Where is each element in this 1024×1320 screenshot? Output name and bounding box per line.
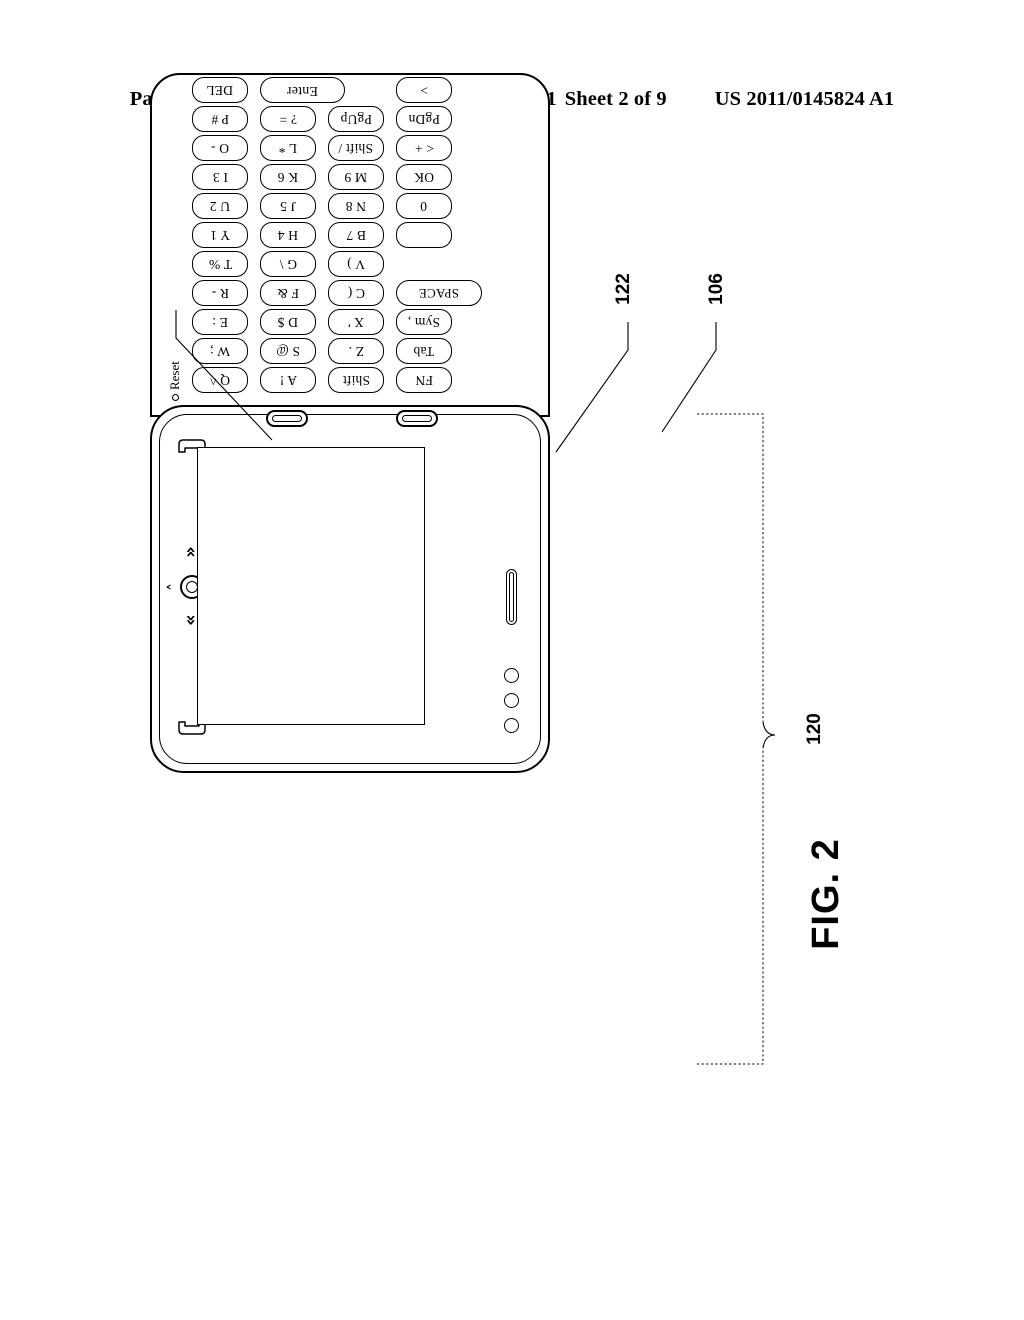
key-enter[interactable]: Enter xyxy=(260,77,345,103)
key-ok[interactable]: OK xyxy=(396,164,452,190)
key-fn[interactable]: FN xyxy=(396,367,452,393)
key-greater-than[interactable]: > xyxy=(396,77,452,103)
key-pgup[interactable]: PgUp xyxy=(328,106,384,132)
key-zero[interactable]: 0 xyxy=(396,193,452,219)
key-a[interactable]: A ! xyxy=(260,367,316,393)
key-e[interactable]: E : xyxy=(192,309,248,335)
key-less-than[interactable]: < + xyxy=(396,135,452,161)
device-display-housing: ˄ « » ˅ xyxy=(150,405,550,773)
key-r[interactable]: R - xyxy=(192,280,248,306)
side-button-lower[interactable] xyxy=(396,410,438,427)
key-sym[interactable]: Sym , xyxy=(396,309,452,335)
reference-numeral-106: 106 xyxy=(706,273,727,305)
key-x[interactable]: X ' xyxy=(328,309,384,335)
reset-control[interactable]: Reset xyxy=(166,361,184,401)
brace-120-upper xyxy=(697,413,764,722)
mobile-device: Reset Q ^ W ; E : R - T % Y 1 U 2 I 3 O - P # DEL A… xyxy=(150,73,550,773)
led-dot-2-icon xyxy=(504,693,519,708)
key-pgdn[interactable]: PgDn xyxy=(396,106,452,132)
key-j[interactable]: J 5 xyxy=(260,193,316,219)
bottom-feature-cluster xyxy=(500,421,532,753)
leader-line-122 xyxy=(555,322,629,453)
reference-numeral-120: 120 xyxy=(804,713,825,745)
key-l[interactable]: L * xyxy=(260,135,316,161)
key-o[interactable]: O - xyxy=(192,135,248,161)
key-t[interactable]: T % xyxy=(192,251,248,277)
reference-numeral-122: 122 xyxy=(613,273,634,305)
key-p[interactable]: P # xyxy=(192,106,248,132)
key-shift-right[interactable]: Shift / xyxy=(328,135,384,161)
key-c[interactable]: C ( xyxy=(328,280,384,306)
key-v[interactable]: V ) xyxy=(328,251,384,277)
physical-keyboard[interactable]: Q ^ W ; E : R - T % Y 1 U 2 I 3 O - P # DEL A ! S @ D… xyxy=(186,77,536,399)
key-k[interactable]: K 6 xyxy=(260,164,316,190)
key-w[interactable]: W ; xyxy=(192,338,248,364)
key-tab[interactable]: Tab xyxy=(396,338,452,364)
key-u[interactable]: U 2 xyxy=(192,193,248,219)
key-m[interactable]: M 9 xyxy=(328,164,384,190)
key-shift-left[interactable]: Shift xyxy=(328,367,384,393)
key-i[interactable]: I 3 xyxy=(192,164,248,190)
leader-line-106 xyxy=(661,322,717,433)
key-s[interactable]: S @ xyxy=(260,338,316,364)
key-h[interactable]: H 4 xyxy=(260,222,316,248)
key-q[interactable]: Q ^ xyxy=(192,367,248,393)
key-del[interactable]: DEL xyxy=(192,77,248,103)
key-z[interactable]: Z . xyxy=(328,338,384,364)
key-b[interactable]: B 7 xyxy=(328,222,384,248)
key-question[interactable]: ? = xyxy=(260,106,316,132)
led-dot-1-icon xyxy=(504,718,519,733)
key-n[interactable]: N 8 xyxy=(328,193,384,219)
brace-120-lower xyxy=(697,748,764,1065)
key-space[interactable]: SPACE xyxy=(396,280,482,306)
figure-label: FIG. 2 xyxy=(804,838,847,950)
reset-label: Reset xyxy=(167,361,182,390)
key-g[interactable]: G \ xyxy=(260,251,316,277)
display-screen[interactable] xyxy=(197,447,425,725)
side-button-upper[interactable] xyxy=(266,410,308,427)
key-y[interactable]: Y 1 xyxy=(192,222,248,248)
speaker-slot-icon xyxy=(506,569,517,625)
reset-pinhole-icon[interactable] xyxy=(171,394,179,401)
key-d[interactable]: D $ xyxy=(260,309,316,335)
key-f[interactable]: F & xyxy=(260,280,316,306)
led-dot-3-icon xyxy=(504,668,519,683)
figure-2-drawing: 104 122 106 120 FIG. 2 Reset Q ^W ;E :R … xyxy=(0,0,1024,1320)
brace-120-tip xyxy=(762,721,776,749)
key-blank[interactable] xyxy=(396,222,452,248)
